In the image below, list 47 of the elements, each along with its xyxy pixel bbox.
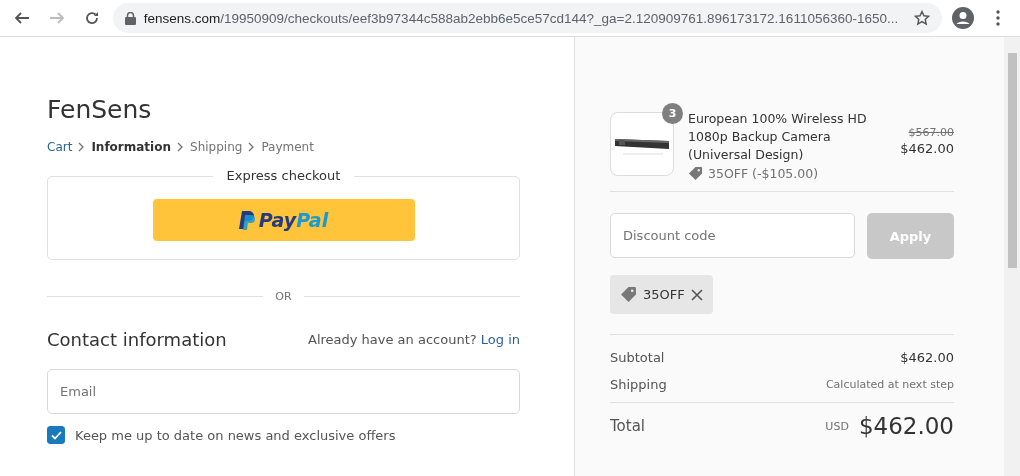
menu-icon	[995, 10, 1000, 26]
forward-arrow-icon	[49, 10, 66, 26]
paypal-logo-icon	[238, 210, 255, 230]
or-divider-label: OR	[275, 290, 292, 303]
profile-icon	[951, 7, 974, 29]
checkmark-icon	[50, 430, 62, 440]
back-arrow-icon	[14, 10, 31, 26]
section-title: Contact information	[47, 329, 227, 350]
breadcrumb-item: Information	[91, 140, 171, 154]
store-logo[interactable]: FenSens	[47, 95, 520, 124]
lock-icon	[124, 11, 136, 25]
discount-code-field[interactable]: Discount code	[610, 213, 855, 258]
email-field[interactable]: Email	[47, 369, 520, 414]
address-bar[interactable]: fensens.com/19950909/checkouts/eef3b97344c588ab2ebb6e5ce57cd144?_ga=2.120909761.896173172.1611056360-1650...	[112, 3, 943, 33]
product-name: European 100% Wireless HD 1080p Backup Camera (Universal Design)	[688, 110, 868, 164]
url-text: fensens.com/19950909/checkouts/eef3b97344c588ab2ebb6e5ce57cd144?_ga=2.120909761.896173172.1611056360-1650...	[143, 10, 899, 26]
star-icon[interactable]	[914, 10, 931, 26]
total-label: Total	[610, 417, 646, 435]
shipping-label: Shipping	[610, 377, 667, 392]
close-button[interactable]	[690, 288, 703, 301]
newsletter-label: Keep me up to date on news and exclusive offers	[75, 427, 396, 443]
discount-code: 35OFF	[643, 287, 685, 302]
chevron-icon	[177, 142, 184, 152]
close-icon	[690, 288, 703, 301]
express-checkout-title: Express checkout	[212, 168, 355, 183]
login-link[interactable]: Log in	[480, 332, 520, 347]
chevron-icon	[78, 142, 86, 152]
total-value: $462.00	[858, 413, 954, 439]
reload-icon	[84, 10, 101, 26]
breadcrumb-item: Shipping	[190, 140, 243, 154]
scrollbar-thumb[interactable]	[1007, 53, 1017, 268]
tag-icon	[620, 286, 637, 303]
original-price: $567.00	[908, 126, 954, 139]
chevron-icon	[248, 142, 256, 152]
item-discount: 35OFF (-$105.00)	[708, 166, 819, 181]
subtotal-value: $462.00	[900, 350, 954, 365]
breadcrumb-item: Payment	[261, 140, 314, 154]
shipping-value: Calculated at next step	[825, 378, 954, 391]
quantity-badge: 3	[662, 103, 683, 124]
account-prompt: Already have an account? Log in	[308, 332, 520, 347]
currency-code: USD	[825, 419, 849, 433]
item-price: $462.00	[900, 141, 954, 156]
breadcrumb-item[interactable]: Cart	[47, 140, 73, 154]
subtotal-label: Subtotal	[610, 350, 665, 365]
tag-icon	[688, 166, 703, 181]
paypal-button[interactable]: PayPal	[152, 199, 415, 241]
newsletter-checkbox[interactable]	[47, 426, 65, 444]
